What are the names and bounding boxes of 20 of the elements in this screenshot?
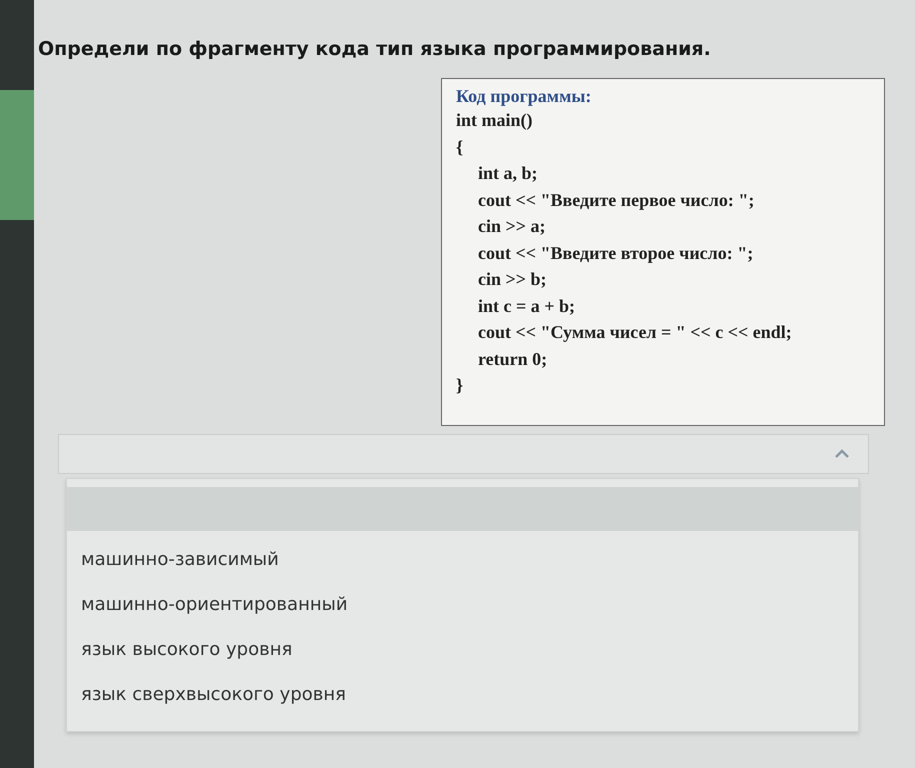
code-line: cout << "Введите первое число: ";	[477, 188, 756, 212]
highlighted-option[interactable]	[67, 487, 858, 531]
code-line: }	[456, 374, 464, 397]
dropdown-option[interactable]: язык высокого уровня	[67, 627, 858, 672]
code-line: cin >> a;	[477, 215, 547, 238]
dropdown-field[interactable]	[58, 434, 869, 474]
dropdown-option[interactable]: язык сверхвысокого уровня	[67, 672, 858, 717]
code-line: return 0;	[477, 348, 548, 370]
dropdown-option[interactable]: машинно-ориентированный	[67, 582, 858, 627]
code-line: int a, b;	[477, 162, 539, 185]
code-heading: Код программы:	[456, 85, 592, 107]
code-line: cin >> b;	[477, 268, 548, 291]
code-line: {	[456, 136, 464, 158]
dropdown-option[interactable]: машинно-зависимый	[67, 537, 858, 582]
code-line: cout << "Введите второе число: ";	[477, 242, 754, 265]
code-line: int main()	[456, 109, 534, 132]
question-text: Определи по фрагменту кода тип языка программирования.	[38, 38, 712, 60]
code-line: cout << "Сумма чисел = " << c << endl;	[477, 321, 793, 344]
caret-icon	[834, 449, 850, 459]
code-line: int c = a + b;	[477, 294, 576, 318]
